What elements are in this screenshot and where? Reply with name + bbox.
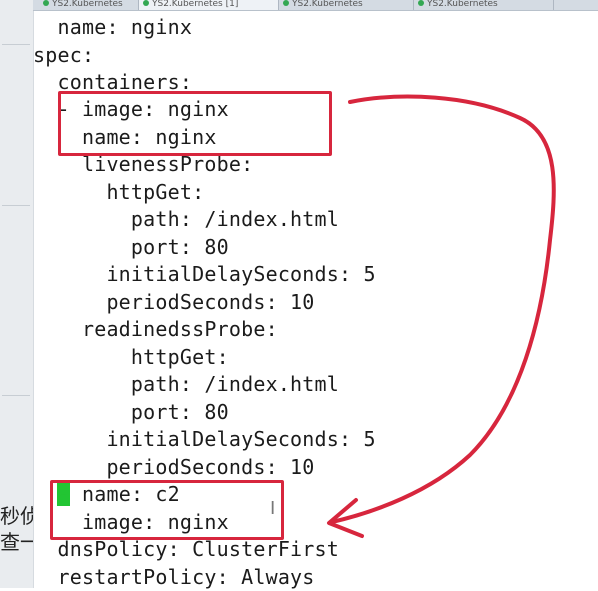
highlight-box-first-container [58, 91, 332, 156]
code-line: httpGet: [33, 345, 229, 369]
highlight-box-second-container [50, 480, 284, 540]
left-panel-divider [2, 205, 30, 206]
code-line: port: 80 [33, 235, 229, 259]
editor-tab[interactable]: YS2.Kubernetes [414, 0, 554, 10]
code-line: initialDelaySeconds: 5 [33, 427, 376, 451]
left-panel-divider [2, 395, 30, 396]
code-line: port: 80 [33, 400, 229, 424]
code-line: restartPolicy: Always [33, 565, 315, 589]
editor-tab-bar: YS2.Kubernetes YS2.Kubernetes [1] YS2.Ku… [33, 0, 598, 11]
file-status-icon [143, 0, 149, 6]
tab-label: YS2.Kubernetes [427, 0, 498, 9]
tab-label: YS2.Kubernetes [292, 0, 363, 9]
file-status-icon [283, 0, 289, 6]
file-status-icon [418, 0, 424, 6]
file-status-icon [43, 0, 49, 6]
code-line: path: /index.html [33, 372, 340, 396]
editor-tab[interactable]: YS2.Kubernetes [279, 0, 414, 10]
tab-label: YS2.Kubernetes [52, 0, 123, 9]
left-text-fragment: 查一 [0, 531, 33, 553]
code-line: dnsPolicy: ClusterFirst [33, 537, 340, 561]
left-panel-divider [2, 44, 30, 45]
code-line: periodSeconds: 10 [33, 290, 315, 314]
code-line: httpGet: [33, 180, 205, 204]
editor-tab[interactable]: YS2.Kubernetes [39, 0, 139, 10]
left-text-fragment: 秒侦 [0, 505, 33, 527]
code-line: name: nginx [33, 15, 193, 39]
tab-label: YS2.Kubernetes [1] [152, 0, 239, 9]
editor-tab-active[interactable]: YS2.Kubernetes [1] [139, 0, 279, 10]
code-line: periodSeconds: 10 [33, 455, 315, 479]
code-line: path: /index.html [33, 207, 340, 231]
code-line: initialDelaySeconds: 5 [33, 262, 376, 286]
left-panel-strip: 秒侦 查一 [0, 0, 34, 588]
code-line: spec: [33, 43, 95, 67]
code-line: readinedssProbe: [33, 317, 278, 341]
